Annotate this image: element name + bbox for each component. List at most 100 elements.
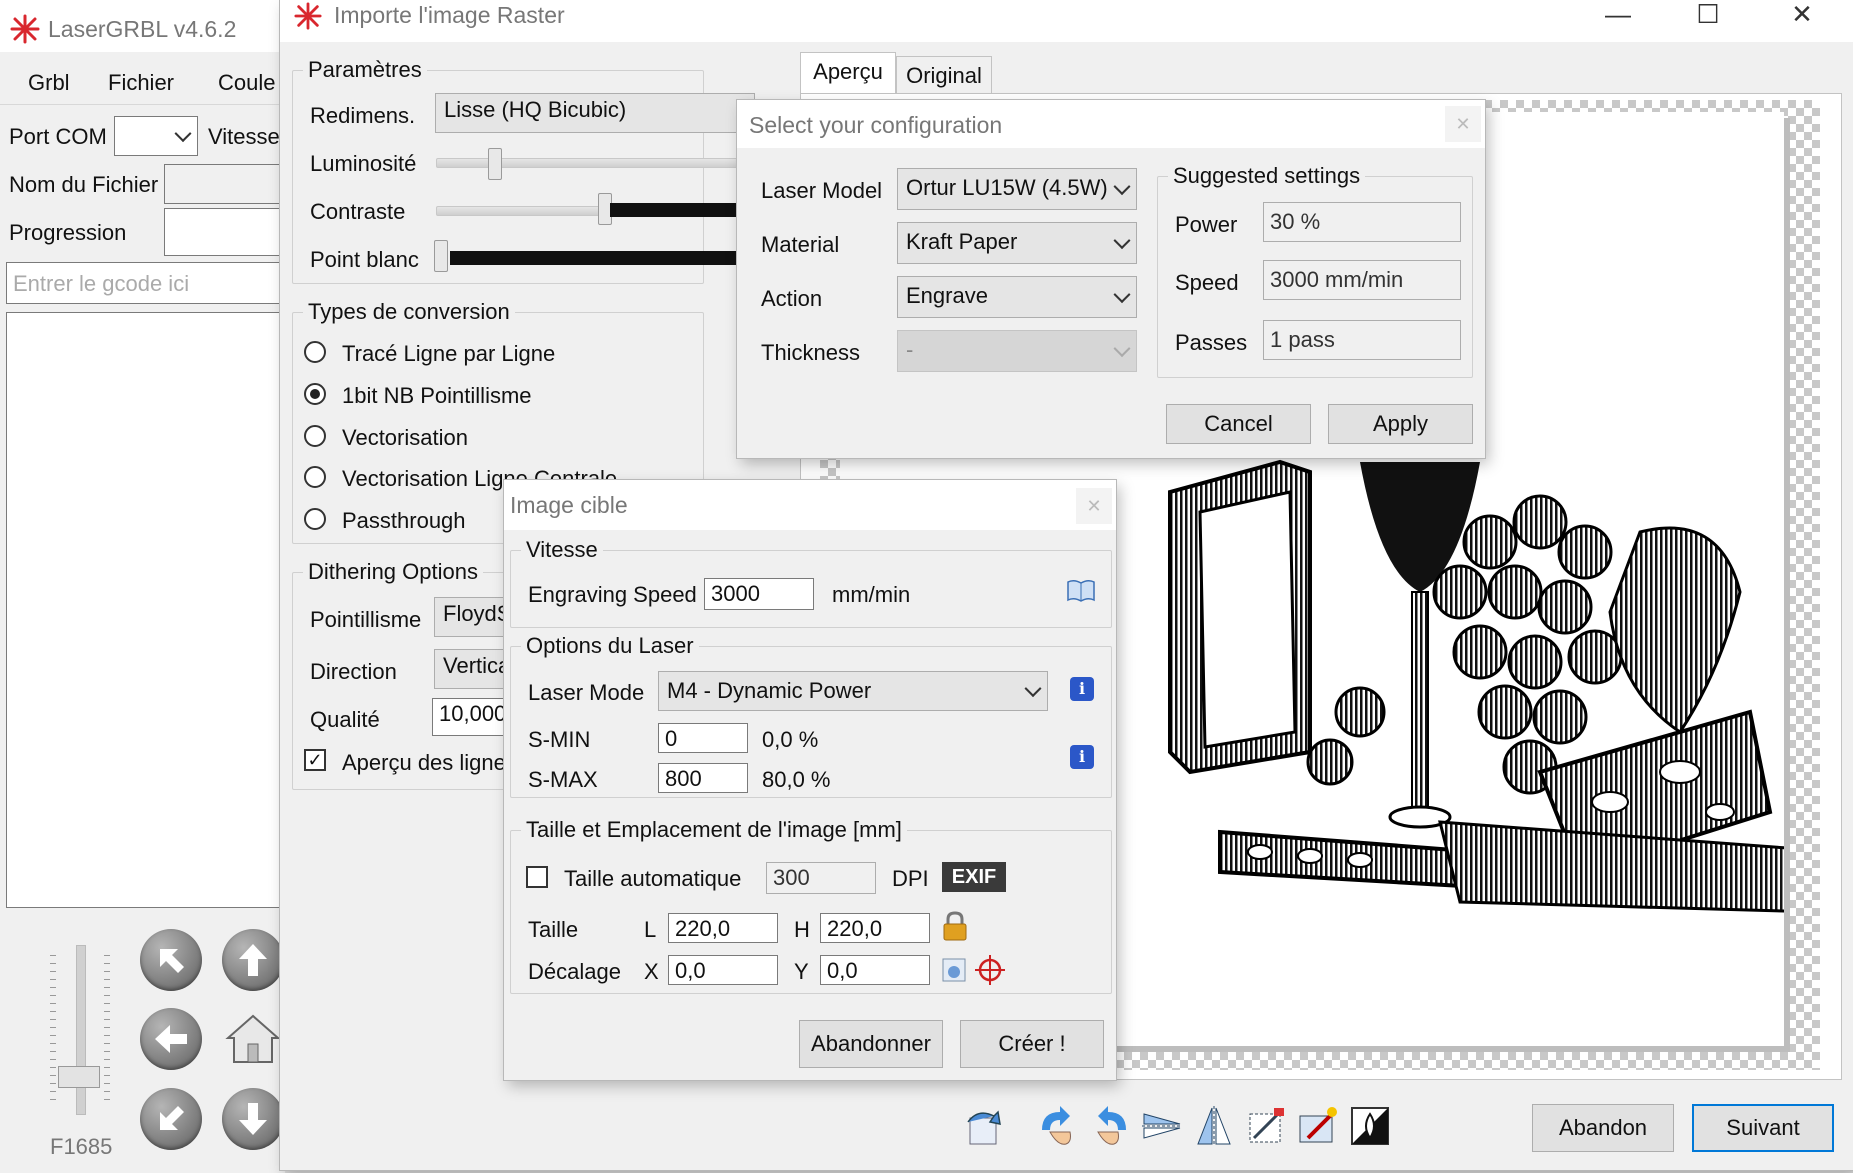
smin-input[interactable]: 0 xyxy=(658,723,748,753)
config-apply-button[interactable]: Apply xyxy=(1328,404,1473,444)
power-label: Power xyxy=(1175,212,1238,237)
menu-fichier[interactable]: Fichier xyxy=(108,70,174,96)
height-input[interactable]: 220,0 xyxy=(820,913,930,943)
main-title: LaserGRBL v4.6.2 xyxy=(48,16,237,42)
flip-vertical-tool[interactable] xyxy=(1192,1104,1236,1148)
resize-select[interactable]: Lisse (HQ Bicubic) xyxy=(435,93,755,133)
passes-value: 1 pass xyxy=(1263,320,1461,360)
speed-slider-track[interactable] xyxy=(76,945,86,1115)
contrast-label: Contraste xyxy=(310,199,406,224)
radio-passthrough-label[interactable]: Passthrough xyxy=(342,508,466,534)
minimize-button[interactable]: — xyxy=(1600,0,1636,32)
preview-lines-label[interactable]: Aperçu des lignes xyxy=(342,750,517,776)
close-button[interactable]: ✕ xyxy=(1784,0,1820,32)
target-close-button[interactable]: ✕ xyxy=(1076,488,1112,524)
radio-vectorize-label[interactable]: Vectorisation xyxy=(342,425,468,451)
rotate-ccw-tool[interactable] xyxy=(1088,1104,1132,1148)
filename-label: Nom du Fichier xyxy=(9,172,159,197)
abandon-button[interactable]: Abandon xyxy=(1532,1104,1674,1152)
offset-x-input[interactable]: 0,0 xyxy=(668,955,778,985)
preview-lines-checkbox[interactable]: ✓ xyxy=(304,749,326,771)
jog-up-button[interactable] xyxy=(222,929,284,991)
gcode-input[interactable]: Entrer le gcode ici xyxy=(6,262,296,304)
radio-passthrough[interactable] xyxy=(304,508,326,530)
jog-left-button[interactable] xyxy=(140,1008,202,1070)
laser-model-select[interactable]: Ortur LU15W (4.5W) xyxy=(897,168,1137,210)
radio-line-by-line-label[interactable]: Tracé Ligne par Ligne xyxy=(342,341,555,367)
thickness-select: - xyxy=(897,330,1137,372)
jog-up-left-button[interactable] xyxy=(140,929,202,991)
smin-label: S-MIN xyxy=(528,727,591,752)
offset-y-label: Y xyxy=(794,959,809,984)
radio-dithering[interactable] xyxy=(304,383,326,405)
radio-dithering-label[interactable]: 1bit NB Pointillisme xyxy=(342,383,532,409)
engraving-speed-input[interactable]: 3000 xyxy=(704,578,814,610)
laser-mode-select[interactable]: M4 - Dynamic Power xyxy=(658,671,1048,711)
smin-percent: 0,0 % xyxy=(762,727,819,752)
raster-titlebar: Importe l'image Raster — ☐ ✕ xyxy=(280,0,1853,42)
whitepoint-slider-thumb[interactable] xyxy=(434,240,448,272)
dithering-legend: Dithering Options xyxy=(303,559,483,585)
speed-unit-label: mm/min xyxy=(832,582,911,607)
center-position-icon[interactable] xyxy=(940,956,968,984)
direction-label: Direction xyxy=(310,659,397,684)
brightness-slider[interactable] xyxy=(436,158,738,168)
radio-centerline[interactable] xyxy=(304,466,326,488)
lock-icon[interactable] xyxy=(940,910,970,942)
offset-x-label: X xyxy=(644,959,659,984)
tab-original[interactable]: Original xyxy=(896,56,992,94)
jog-down-left-button[interactable] xyxy=(140,1088,202,1150)
target-titlebar: Image cible ✕ xyxy=(504,480,1116,530)
speed-slider-thumb[interactable] xyxy=(58,1066,100,1088)
dpi-input: 300 xyxy=(766,862,876,894)
home-button[interactable] xyxy=(222,1008,284,1070)
size-position-legend: Taille et Emplacement de l'image [mm] xyxy=(521,817,907,843)
feed-label: F1685 xyxy=(50,1134,113,1159)
config-close-button[interactable]: ✕ xyxy=(1445,106,1481,142)
menu-couleur[interactable]: Coule xyxy=(218,70,275,96)
auto-size-checkbox[interactable] xyxy=(526,866,548,888)
radio-line-by-line[interactable] xyxy=(304,341,326,363)
auto-size-label[interactable]: Taille automatique xyxy=(564,866,741,892)
crop-tool[interactable] xyxy=(1244,1104,1288,1148)
speed-label: Vitesse xyxy=(208,124,280,149)
flip-horizontal-tool[interactable] xyxy=(1140,1104,1184,1148)
brightness-slider-thumb[interactable] xyxy=(488,148,502,180)
config-titlebar: Select your configuration ✕ xyxy=(737,100,1485,148)
port-com-select[interactable] xyxy=(114,116,198,156)
invert-colors-tool[interactable] xyxy=(1348,1104,1392,1148)
offset-label: Décalage xyxy=(528,959,621,984)
laser-model-label: Laser Model xyxy=(761,178,883,203)
menu-grbl[interactable]: Grbl xyxy=(28,70,70,96)
exif-button[interactable]: EXIF xyxy=(942,862,1006,892)
crop-icon xyxy=(1249,1108,1284,1143)
maximize-button[interactable]: ☐ xyxy=(1690,0,1726,32)
radio-vectorize[interactable] xyxy=(304,425,326,447)
offset-y-input[interactable]: 0,0 xyxy=(820,955,930,985)
action-label: Action xyxy=(761,286,823,311)
width-input[interactable]: 220,0 xyxy=(668,913,778,943)
tab-preview[interactable]: Aperçu xyxy=(800,52,896,94)
laser-mode-info-icon[interactable]: i xyxy=(1070,677,1094,701)
laser-logo-icon xyxy=(10,14,40,44)
config-cancel-button[interactable]: Cancel xyxy=(1166,404,1311,444)
smax-input[interactable]: 800 xyxy=(658,763,748,793)
action-select[interactable]: Engrave xyxy=(897,276,1137,318)
jog-down-button[interactable] xyxy=(222,1088,284,1150)
auto-trim-tool[interactable] xyxy=(1296,1104,1340,1148)
material-select[interactable]: Kraft Paper xyxy=(897,222,1137,264)
target-cancel-button[interactable]: Abandonner xyxy=(799,1020,943,1068)
power-range-info-icon[interactable]: i xyxy=(1070,745,1094,769)
undo-tool[interactable] xyxy=(960,1104,1004,1148)
rotate-cw-tool[interactable] xyxy=(1036,1104,1080,1148)
dpi-label: DPI xyxy=(892,866,929,891)
create-button[interactable]: Créer ! xyxy=(960,1020,1104,1068)
arrow-up-left-icon xyxy=(160,949,184,973)
engraving-speed-label: Engraving Speed xyxy=(528,582,697,607)
size-label: Taille xyxy=(528,917,579,942)
next-button[interactable]: Suivant xyxy=(1692,1104,1834,1152)
crosshair-icon[interactable] xyxy=(974,954,1006,986)
raster-title: Importe l'image Raster xyxy=(334,2,565,28)
material-database-icon[interactable] xyxy=(1066,578,1096,604)
progress-bar xyxy=(164,208,294,256)
